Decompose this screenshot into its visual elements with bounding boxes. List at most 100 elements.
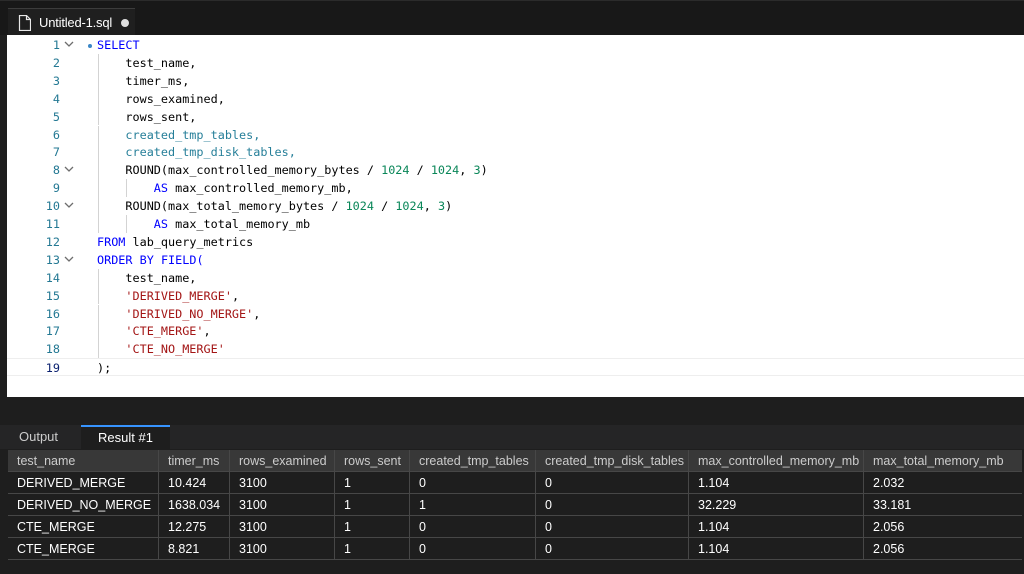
code-line[interactable]: 3 timer_ms,: [7, 72, 1024, 90]
table-cell[interactable]: 10.424: [159, 472, 230, 494]
code-token: 1024: [345, 199, 374, 214]
code-line[interactable]: 2 test_name,: [7, 54, 1024, 72]
table-cell[interactable]: 1: [410, 494, 536, 516]
code-token: ,: [253, 306, 261, 321]
code-line[interactable]: 14 test_name,: [7, 269, 1024, 287]
table-row[interactable]: DERIVED_MERGE 10.424 3100 1 0 0 1.104 2.032: [8, 472, 1022, 494]
code-line[interactable]: 6 created_tmp_tables,: [7, 126, 1024, 144]
table-cell[interactable]: DERIVED_MERGE: [8, 472, 159, 494]
table-cell[interactable]: 1.104: [689, 516, 864, 538]
table-cell[interactable]: 1.104: [689, 538, 864, 560]
table-cell[interactable]: 2.056: [864, 538, 1022, 560]
table-cell[interactable]: DERIVED_NO_MERGE: [8, 494, 159, 516]
indent-guide: [126, 215, 128, 233]
fold-chevron-icon[interactable]: [63, 197, 75, 215]
table-cell[interactable]: 2.032: [864, 472, 1022, 494]
column-divider[interactable]: [535, 450, 536, 560]
table-cell[interactable]: CTE_MERGE: [8, 516, 159, 538]
tab-output[interactable]: Output: [19, 425, 58, 449]
code-token: (max_total_memory_bytes /: [160, 199, 346, 214]
code-line[interactable]: 11 AS max_total_memory_mb: [7, 215, 1024, 233]
code-line[interactable]: 15 'DERIVED_MERGE',: [7, 287, 1024, 305]
table-cell[interactable]: 32.229: [689, 494, 864, 516]
code-line[interactable]: 9 AS max_controlled_memory_mb,: [7, 179, 1024, 197]
fold-chevron-icon[interactable]: [63, 161, 75, 179]
table-cell[interactable]: 0: [536, 494, 689, 516]
table-cell[interactable]: 1.104: [689, 472, 864, 494]
table-cell[interactable]: 0: [410, 538, 536, 560]
table-cell[interactable]: 0: [410, 516, 536, 538]
column-header[interactable]: test_name: [8, 450, 159, 472]
column-divider[interactable]: [409, 450, 410, 560]
unsaved-dot-icon[interactable]: [121, 18, 130, 27]
table-cell[interactable]: 12.275: [159, 516, 230, 538]
table-cell[interactable]: 2.056: [864, 516, 1022, 538]
tab-result-1[interactable]: Result #1: [81, 425, 170, 449]
table-cell[interactable]: 1: [335, 472, 410, 494]
code-line[interactable]: 8 ROUND(max_controlled_memory_bytes / 102…: [7, 161, 1024, 179]
column-divider[interactable]: [158, 450, 159, 560]
code-line[interactable]: 16 'DERIVED_NO_MERGE',: [7, 305, 1024, 323]
fold-chevron-icon[interactable]: [63, 251, 75, 269]
table-cell[interactable]: 3100: [230, 516, 335, 538]
table-cell[interactable]: 3100: [230, 538, 335, 560]
column-divider[interactable]: [229, 450, 230, 560]
line-number: 9: [52, 181, 60, 196]
table-cell[interactable]: 0: [536, 538, 689, 560]
table-cell[interactable]: 1: [335, 494, 410, 516]
code-line[interactable]: 1 SELECT: [7, 36, 1024, 54]
code-line[interactable]: 10 ROUND(max_total_memory_bytes / 1024 / …: [7, 197, 1024, 215]
table-cell[interactable]: 1638.034: [159, 494, 230, 516]
code-text: rows_sent,: [125, 108, 196, 126]
table-cell[interactable]: 0: [536, 472, 689, 494]
code-line[interactable]: 19);: [7, 358, 1024, 377]
line-number: 14: [45, 270, 60, 285]
table-row[interactable]: CTE_MERGE 12.275 3100 1 0 0 1.104 2.056: [8, 516, 1022, 538]
column-divider[interactable]: [688, 450, 689, 560]
table-cell[interactable]: 0: [410, 472, 536, 494]
fold-chevron-icon[interactable]: [63, 36, 75, 54]
column-header[interactable]: created_tmp_disk_tables: [536, 450, 689, 472]
column-header[interactable]: rows_sent: [335, 450, 410, 472]
table-cell[interactable]: 3100: [230, 494, 335, 516]
table-cell[interactable]: 0: [536, 516, 689, 538]
code-line[interactable]: 7 created_tmp_disk_tables,: [7, 143, 1024, 161]
editor-tab[interactable]: Untitled-1.sql: [8, 8, 135, 36]
column-header[interactable]: max_total_memory_mb: [864, 450, 1022, 472]
table-cell[interactable]: 1: [335, 538, 410, 560]
code-token: ,: [423, 199, 438, 214]
column-header[interactable]: timer_ms: [159, 450, 230, 472]
indent-guide: [98, 53, 99, 72]
code-text: timer_ms,: [125, 72, 189, 90]
indent-guide: [98, 89, 99, 108]
line-number: 11: [45, 217, 60, 231]
table-row[interactable]: CTE_MERGE 8.821 3100 1 0 0 1.104 2.056: [8, 538, 1022, 560]
indent-guide: [98, 161, 99, 180]
code-line[interactable]: 12 FROM lab_query_metrics: [7, 233, 1024, 251]
table-row[interactable]: DERIVED_NO_MERGE 1638.034 3100 1 1 0 32.229 33.…: [8, 494, 1022, 516]
indent-guide: [98, 215, 99, 233]
code-line[interactable]: 13 ORDER BY FIELD(: [7, 251, 1024, 269]
code-line[interactable]: 5 rows_sent,: [7, 108, 1024, 126]
row-divider: [8, 559, 1022, 560]
column-header[interactable]: max_controlled_memory_mb: [689, 450, 864, 472]
sql-editor[interactable]: 1 SELECT 2 test_name, 3 timer_ms, 4 rows_examin…: [7, 35, 1024, 397]
code-line[interactable]: 18 'CTE_NO_MERGE': [7, 340, 1024, 358]
code-token: rows_sent,: [125, 109, 197, 124]
table-cell[interactable]: CTE_MERGE: [8, 538, 159, 560]
table-cell[interactable]: 3100: [230, 472, 335, 494]
code-text: ROUND(max_total_memory_bytes / 1024 / 10…: [125, 197, 452, 215]
code-token: SELECT: [97, 38, 140, 52]
table-cell[interactable]: 33.181: [864, 494, 1022, 516]
column-divider[interactable]: [863, 450, 864, 560]
column-header[interactable]: created_tmp_tables: [410, 450, 536, 472]
column-divider[interactable]: [334, 450, 335, 560]
code-token: test_name,: [125, 270, 197, 285]
code-token: ORDER BY: [97, 252, 154, 267]
code-line[interactable]: 17 'CTE_MERGE',: [7, 322, 1024, 340]
column-header[interactable]: rows_examined: [230, 450, 335, 472]
table-cell[interactable]: 1: [335, 516, 410, 538]
run-marker-icon: [88, 44, 92, 48]
table-cell[interactable]: 8.821: [159, 538, 230, 560]
code-line[interactable]: 4 rows_examined,: [7, 90, 1024, 108]
